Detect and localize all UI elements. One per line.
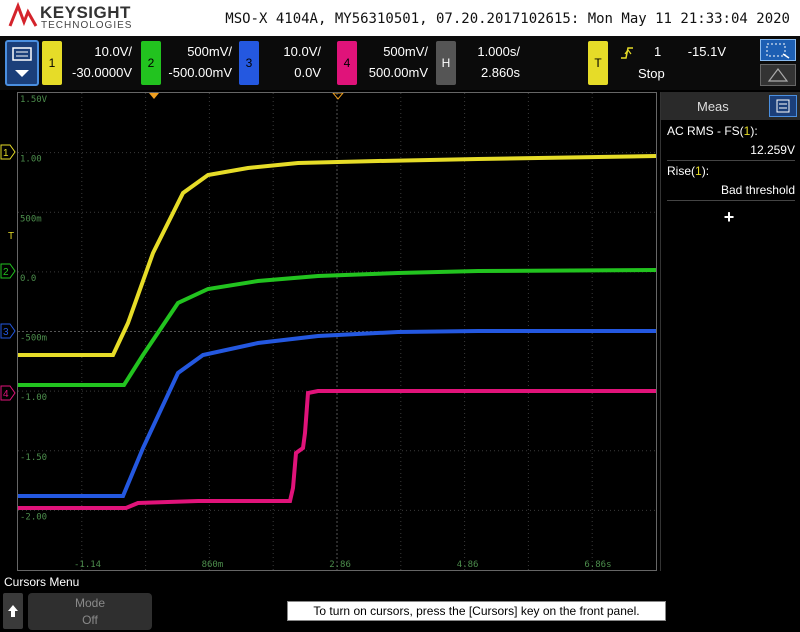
y-tick-label: -2.00 xyxy=(20,512,47,522)
x-tick-label: 4.86 xyxy=(457,560,479,570)
trigger-time-marker xyxy=(149,93,159,99)
delay-marker xyxy=(331,92,345,100)
measurement-separator xyxy=(667,160,795,161)
channel-3-marker[interactable]: 3 xyxy=(0,323,16,339)
channel-markers: 1 T 2 3 4 xyxy=(0,144,16,401)
measurement-1-label: AC RMS - FS(1): xyxy=(667,124,758,138)
y-tick-label: -1.50 xyxy=(20,453,47,463)
channel-1-marker[interactable]: 1 xyxy=(0,144,16,160)
mode-value: Off xyxy=(82,613,98,627)
channel-2-scale: 500mV/ xyxy=(187,44,232,59)
acquisition-state: Stop xyxy=(638,66,665,81)
menu-icon xyxy=(12,47,32,77)
main-menu-button[interactable] xyxy=(5,40,39,86)
channel-2-trace xyxy=(18,268,657,387)
keysight-wave-icon xyxy=(8,1,38,27)
trigger-marker-label: T xyxy=(8,231,14,242)
x-tick-label: -1.14 xyxy=(74,560,101,570)
x-axis-labels: -1.14 860m 2.86 4.86 6.86s xyxy=(74,560,611,570)
trigger-source: 1 xyxy=(654,44,662,59)
help-message: To turn on cursors, press the [Cursors] … xyxy=(287,601,666,621)
y-tick-label: 1.00 xyxy=(20,155,42,165)
channel-3-offset: 0.0V xyxy=(294,65,321,80)
add-measurement-button[interactable]: + xyxy=(719,207,739,228)
measurement-separator xyxy=(667,200,795,201)
trigger-level: -15.1V xyxy=(687,44,726,59)
x-tick-label: 2.86 xyxy=(329,560,351,570)
measurement-2-value: Bad threshold xyxy=(720,183,795,197)
channel-4-offset: 500.00mV xyxy=(368,65,428,80)
trigger-tab: T xyxy=(588,41,608,85)
channel-4-scale: 500mV/ xyxy=(383,44,428,59)
waveform-traces xyxy=(18,154,657,510)
channel-bar: 1 10.0V/ -30.0000V 2 500mV/ -500.00mV 3 … xyxy=(0,36,800,90)
channel-4-setting[interactable]: 4 500mV/ 500.00mV xyxy=(337,41,432,85)
channel-3-scale: 10.0V/ xyxy=(283,44,321,59)
channel-3-marker-label: 3 xyxy=(3,327,9,338)
y-tick-label: -500m xyxy=(20,334,47,344)
trigger-setting[interactable]: T 1 -15.1V Stop xyxy=(588,41,730,85)
list-icon xyxy=(776,99,790,113)
rising-edge-icon xyxy=(621,47,633,59)
zoom-button[interactable] xyxy=(760,39,796,61)
softkey-bar: Cursors Menu Mode Off To turn on cursors… xyxy=(0,572,800,632)
instrument-info: MSO-X 4104A, MY56310501, 07.20.201710261… xyxy=(225,11,790,27)
channel-2-tab: 2 xyxy=(141,41,161,85)
channel-4-tab: 4 xyxy=(337,41,357,85)
channel-2-marker-label: 2 xyxy=(3,267,9,278)
channel-3-tab: 3 xyxy=(239,41,259,85)
back-button[interactable] xyxy=(3,593,23,629)
measurement-2-label: Rise(1): xyxy=(667,164,710,178)
graticule: 1.50V 1.00 500m 0.0 -500m -1.00 -1.50 -2.00 -1.… xyxy=(18,92,657,570)
y-tick-label: 0.0 xyxy=(20,274,36,284)
zoom-box-icon xyxy=(766,43,790,59)
time-reference-markers xyxy=(149,92,345,100)
y-tick-label: 500m xyxy=(20,214,42,224)
y-tick-label: -1.00 xyxy=(20,393,47,403)
channel-1-scale: 10.0V/ xyxy=(94,44,132,59)
y-axis-labels: 1.50V 1.00 500m 0.0 -500m -1.00 -1.50 -2.00 xyxy=(20,95,48,522)
measurements-menu-button[interactable] xyxy=(769,95,797,117)
measurements-title: Meas xyxy=(697,99,729,114)
y-tick-label: 1.50V xyxy=(20,95,48,105)
channel-1-offset: -30.0000V xyxy=(72,65,132,80)
measurement-2-source: 1 xyxy=(695,164,702,178)
measurement-1-value: 12.259V xyxy=(750,143,795,157)
measurements-header: Meas xyxy=(661,92,800,120)
channel-2-marker[interactable]: 2 xyxy=(0,263,16,279)
timebase-value: 1.000s/ xyxy=(477,44,520,59)
measurements-panel: Meas AC RMS - FS(1): 12.259V Rise(1): Ba… xyxy=(660,92,800,571)
cursor-mode-softkey[interactable]: Mode Off xyxy=(28,593,152,630)
x-tick-label: 860m xyxy=(202,560,224,570)
horizontal-setting[interactable]: H 1.000s/ 2.860s xyxy=(436,41,524,85)
channel-4-marker-label: 4 xyxy=(3,389,9,400)
waveform-tool-button[interactable] xyxy=(760,64,796,86)
delay-value: 2.860s xyxy=(480,65,520,80)
channel-2-offset: -500.00mV xyxy=(168,65,232,80)
channel-4-marker[interactable]: 4 xyxy=(0,385,16,401)
channel-marker-strip: 1 T 2 3 4 xyxy=(0,92,17,571)
channel-1-marker-label: 1 xyxy=(3,148,9,159)
horizontal-tab: H xyxy=(436,41,456,85)
mode-label: Mode xyxy=(74,596,106,610)
channel-2-setting[interactable]: 2 500mV/ -500.00mV xyxy=(141,41,236,85)
trigger-level-marker[interactable]: T xyxy=(8,231,14,242)
triangle-icon xyxy=(767,68,789,82)
keysight-logo: KEYSIGHT TECHNOLOGIES xyxy=(8,1,131,32)
channel-3-setting[interactable]: 3 10.0V/ 0.0V xyxy=(239,41,325,85)
brand-subtitle: TECHNOLOGIES xyxy=(41,20,133,31)
up-arrow-icon xyxy=(8,605,18,617)
menu-title: Cursors Menu xyxy=(4,575,80,589)
channel-1-tab: 1 xyxy=(42,41,62,85)
title-bar: KEYSIGHT TECHNOLOGIES MSO-X 4104A, MY563… xyxy=(0,0,800,36)
waveform-display[interactable]: 1.50V 1.00 500m 0.0 -500m -1.00 -1.50 -2.00 -1.… xyxy=(17,92,657,571)
x-tick-label: 6.86s xyxy=(584,560,611,570)
channel-1-setting[interactable]: 1 10.0V/ -30.0000V xyxy=(42,41,136,85)
